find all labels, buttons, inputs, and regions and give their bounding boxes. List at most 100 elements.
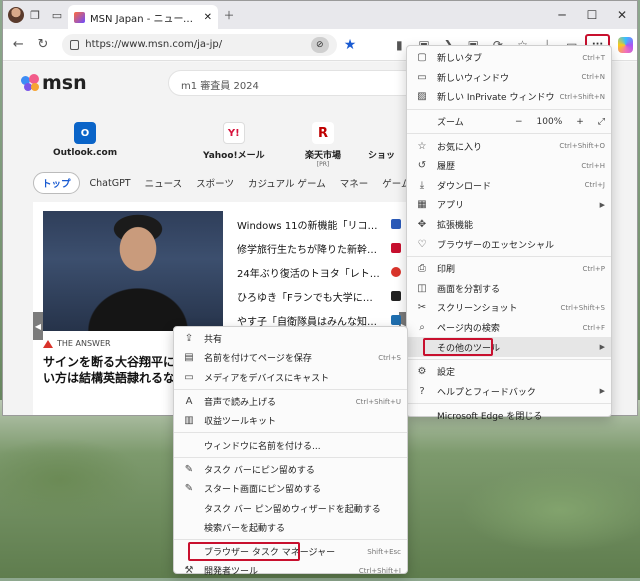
quick-links: O Outlook.com Y! Yahoo!メール R 楽天市場 [PR] シ… [23, 122, 423, 168]
close-window-icon[interactable]: ✕ [607, 8, 637, 22]
menu-screenshot[interactable]: ✂ スクリーンショット Ctrl+Shift+S [407, 298, 611, 318]
apps-icon: ▦ [417, 199, 427, 211]
tab-money[interactable]: マネー [336, 173, 373, 193]
tab-close-icon[interactable]: ✕ [204, 12, 212, 23]
back-icon[interactable]: ← [7, 33, 30, 57]
headline-list: Windows 11の新機能「リコー… 修学旅行生たちが降りた新幹線… 24年ぶ… [237, 212, 401, 332]
downloads-icon: ⤓ [419, 179, 425, 191]
menu-downloads[interactable]: ⤓ ダウンロード Ctrl+J [407, 176, 611, 196]
tab-chatgpt[interactable]: ChatGPT [86, 175, 135, 192]
favorite-star-icon[interactable]: ★ [339, 33, 362, 57]
submenu-name-window[interactable]: ウィンドウに名前を付ける... [174, 435, 407, 454]
workspaces-icon[interactable]: ❐ [24, 4, 46, 26]
menu-help-feedback[interactable]: ? ヘルプとフィードバック ▶ [407, 382, 611, 402]
submenu-pin-wizard[interactable]: タスク バー ピン留めウィザードを起動する [174, 498, 407, 517]
article-source: THE ANSWER [43, 339, 111, 348]
menu-apps[interactable]: ▦ アプリ ▶ [407, 195, 611, 215]
heart-icon: ♡ [417, 238, 427, 250]
menu-divider [174, 456, 407, 458]
submenu-task-manager[interactable]: ブラウザー タスク マネージャー Shift+Esc [174, 541, 407, 561]
submenu-read-aloud[interactable]: A 音声で読み上げる Ctrl+Shift+U [174, 392, 407, 411]
search-input[interactable]: m1 審査員 2024 [168, 70, 418, 96]
submenu-pin-start[interactable]: ✎ スタート画面にピン留めする [174, 479, 407, 498]
new-tab-icon[interactable]: ＋ [218, 4, 240, 26]
menu-divider [407, 403, 611, 405]
yahoo-icon: Y! [222, 122, 245, 144]
submenu-cast[interactable]: ▭ メディアをデバイスにキャスト [174, 368, 407, 387]
zoom-in-button[interactable]: + [576, 117, 584, 127]
quicklink-rakuten[interactable]: R 楽天市場 [PR] [305, 122, 341, 168]
source-icon [391, 315, 401, 325]
profile-avatar[interactable] [8, 7, 24, 23]
extensions-icon: ✥ [417, 219, 427, 231]
menu-divider [174, 538, 407, 540]
menu-extensions[interactable]: ✥ 拡張機能 [407, 215, 611, 235]
tab-msn[interactable]: MSN Japan - ニュース, 天気, メール ( ✕ [68, 5, 218, 29]
headline-item[interactable]: 修学旅行生たちが降りた新幹線… [237, 236, 401, 260]
copilot-icon[interactable] [617, 36, 633, 53]
menu-divider [174, 432, 407, 434]
submenu-search-bar[interactable]: 検索バーを起動する [174, 518, 407, 537]
menu-browser-essentials[interactable]: ♡ ブラウザーのエッセンシャル [407, 234, 611, 254]
new-tab-icon: ▢ [417, 52, 427, 64]
msn-logo[interactable]: msn [21, 72, 87, 94]
msn-butterfly-icon [21, 74, 39, 92]
source-icon [391, 243, 401, 253]
submenu-toolkit[interactable]: ▥ 収益ツールキット [174, 411, 407, 430]
headline-item[interactable]: 24年ぶり復活のトヨタ「レト… [237, 260, 401, 284]
carousel-prev-icon[interactable]: ◀ [33, 312, 43, 340]
menu-settings[interactable]: ⚙ 設定 [407, 362, 611, 382]
url-field[interactable]: https://www.msn.com/ja-jp/ ⊘ [62, 33, 337, 56]
menu-split-screen[interactable]: ◫ 画面を分割する [407, 279, 611, 299]
hero-image[interactable] [43, 211, 223, 331]
tab-top[interactable]: トップ [33, 172, 80, 194]
tab-casual-games[interactable]: カジュアル ゲーム [244, 173, 330, 193]
menu-new-window[interactable]: ▭ 新しいウィンドウ Ctrl+N [407, 68, 611, 88]
find-icon: ⌕ [419, 322, 425, 334]
submenu-share[interactable]: ⇪ 共有 [174, 329, 407, 348]
maximize-icon[interactable]: ☐ [577, 8, 607, 22]
history-icon: ↺ [417, 160, 427, 172]
menu-more-tools[interactable]: その他のツール ▶ [407, 337, 611, 357]
print-icon: ⎙ [418, 263, 426, 275]
menu-divider [407, 255, 611, 257]
menu-divider [174, 388, 407, 390]
inprivate-icon: ▨ [417, 91, 427, 103]
tab-news[interactable]: ニュース [141, 173, 187, 193]
highlight-frame [423, 338, 493, 357]
menu-divider [407, 133, 611, 135]
share-icon: ⇪ [184, 333, 194, 345]
submenu-pin-taskbar[interactable]: ✎ タスク バーにピン留めする [174, 460, 407, 479]
submenu-save-page[interactable]: ▤ 名前を付けてページを保存 Ctrl+S [174, 348, 407, 367]
settings-menu: ▢ 新しいタブ Ctrl+T ▭ 新しいウィンドウ Ctrl+N ▨ 新しい InPriv… [406, 45, 612, 422]
menu-close-edge[interactable]: Microsoft Edge を閉じる [407, 406, 611, 426]
reading-view-icon[interactable]: ⊘ [310, 36, 329, 53]
fullscreen-icon[interactable]: ⤢ [598, 117, 605, 127]
msn-favicon-icon [74, 11, 85, 23]
zoom-out-button[interactable]: − [515, 117, 523, 127]
headline-item[interactable]: Windows 11の新機能「リコー… [237, 212, 401, 236]
read-aloud-icon: A [185, 396, 193, 408]
menu-find-on-page[interactable]: ⌕ ページ内の検索 Ctrl+F [407, 318, 611, 338]
cast-icon: ▭ [184, 371, 194, 383]
tab-actions-icon[interactable]: ▭ [46, 4, 68, 26]
menu-new-tab[interactable]: ▢ 新しいタブ Ctrl+T [407, 48, 611, 68]
menu-print[interactable]: ⎙ 印刷 Ctrl+P [407, 259, 611, 279]
quicklink-outlook[interactable]: O Outlook.com [53, 122, 117, 158]
gear-icon: ⚙ [417, 366, 427, 378]
zoom-level: 100% [536, 116, 563, 127]
lock-icon [70, 39, 80, 50]
more-tools-submenu: ⇪ 共有 ▤ 名前を付けてページを保存 Ctrl+S ▭ メディアをデバイスにキャスト … [173, 326, 408, 577]
menu-favorites[interactable]: ☆ お気に入り Ctrl+Shift+O [407, 136, 611, 156]
menu-new-inprivate[interactable]: ▨ 新しい InPrivate ウィンドウ Ctrl+Shift+N [407, 87, 611, 107]
category-tabs: トップ ChatGPT ニュース スポーツ カジュアル ゲーム マネー ゲーム … [33, 172, 448, 194]
quicklink-yahoo-mail[interactable]: Y! Yahoo!メール [203, 122, 265, 161]
url-text: https://www.msn.com/ja-jp/ [85, 39, 223, 50]
menu-history[interactable]: ↺ 履歴 Ctrl+H [407, 156, 611, 176]
minimize-icon[interactable]: ─ [547, 8, 577, 22]
quicklink-shopping[interactable]: ショッ [368, 122, 395, 161]
tab-sports[interactable]: スポーツ [192, 173, 238, 193]
tab-bar: ❐ ▭ MSN Japan - ニュース, 天気, メール ( ✕ ＋ ─ ☐ … [3, 1, 637, 29]
headline-item[interactable]: ひろゆき「Fランでも大学には絶… [237, 284, 401, 308]
refresh-icon[interactable]: ↻ [32, 33, 55, 57]
